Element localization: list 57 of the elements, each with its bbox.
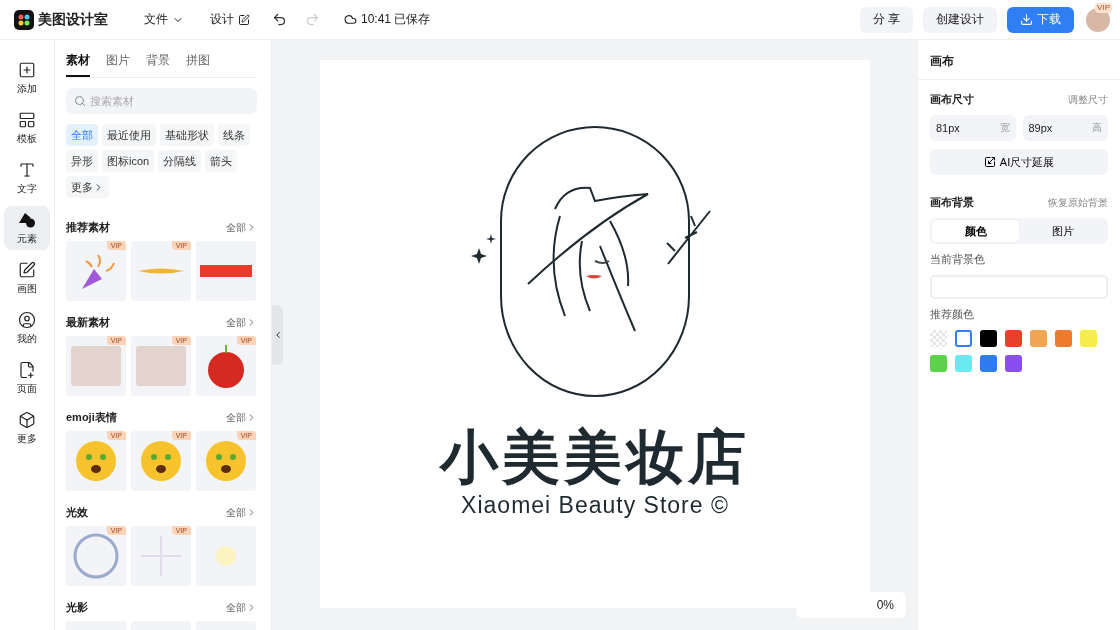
panel-tab[interactable]: 素材 — [66, 40, 90, 77]
inspector-title: 画布 — [918, 40, 1120, 80]
filter-chip[interactable]: 图标icon — [102, 150, 155, 172]
filter-chip[interactable]: 基础形状 — [160, 124, 214, 146]
ai-extend-button[interactable]: AI尺寸延展 — [930, 149, 1108, 175]
filter-chip[interactable]: 分隔线 — [158, 150, 202, 172]
section-title: emoji表情 — [66, 410, 117, 425]
panel-tab[interactable]: 背景 — [146, 40, 170, 77]
size-label: 画布尺寸 — [930, 92, 974, 107]
section-title: 最新素材 — [66, 315, 110, 330]
view-all-link[interactable]: 全部 — [226, 505, 257, 520]
segment-tab[interactable]: 颜色 — [932, 220, 1019, 242]
toolbar-button[interactable]: 分 享 — [859, 6, 913, 33]
sidebar-item[interactable]: 文字 — [4, 156, 50, 200]
sidebar-item[interactable]: 元素 — [4, 206, 50, 250]
vip-badge: VIP — [1095, 2, 1112, 13]
logo-subtitle: Xiaomei Beauty Store © — [461, 492, 729, 519]
section-title: 光效 — [66, 505, 88, 520]
size-field[interactable]: 81px 宽 — [930, 115, 1016, 141]
filter-chip[interactable]: 全部 — [66, 124, 98, 146]
toolbar-button[interactable]: 创建设计 — [923, 6, 997, 33]
search-field[interactable]: 搜索素材 — [66, 88, 257, 114]
sidebar-item[interactable]: 添加 — [4, 56, 50, 100]
save-status: 10:41 已保存 — [361, 11, 431, 28]
view-all-link[interactable]: 全部 — [226, 220, 257, 235]
filter-chip[interactable]: 异形 — [66, 150, 98, 172]
zoom-level[interactable]: 0% — [796, 592, 906, 618]
menu-button[interactable]: 设计 — [202, 7, 258, 32]
section-title: 推荐素材 — [66, 220, 110, 235]
segment-tab[interactable]: 图片 — [1019, 220, 1106, 242]
reset-background-link[interactable]: 恢复原始背景 — [1048, 195, 1108, 210]
view-all-link[interactable]: 全部 — [226, 315, 257, 330]
unit-label: 高 — [1092, 121, 1102, 135]
view-all-link[interactable]: 全部 — [226, 600, 257, 615]
sidebar-item[interactable]: 页面 — [4, 356, 50, 400]
unit-label: 宽 — [999, 121, 1010, 135]
filter-chip[interactable]: 线条 — [218, 124, 250, 146]
recommended-colors-label: 推荐颜色 — [930, 307, 975, 322]
section-title: 光影 — [66, 600, 88, 615]
panel-tab[interactable]: 拼图 — [186, 40, 210, 77]
menu-button[interactable]: 文件 — [136, 7, 192, 32]
filter-chip[interactable]: 箭头 — [205, 150, 238, 172]
app-name: 美图设计室 — [38, 10, 108, 29]
sidebar-item[interactable]: 更多 — [4, 406, 50, 450]
size-field[interactable]: 89px 高 — [1022, 115, 1108, 141]
sidebar-item[interactable]: 画图 — [4, 256, 50, 300]
download-button[interactable]: 下载 — [1007, 6, 1074, 33]
more-chip[interactable]: 更多 — [66, 176, 109, 198]
panel-tab[interactable]: 图片 — [106, 40, 130, 77]
logo-title: 小美美妆店 — [440, 428, 750, 486]
view-all-link[interactable]: 全部 — [226, 410, 257, 425]
resize-link[interactable]: 调整尺寸 — [1068, 92, 1108, 107]
sidebar-item[interactable]: 模板 — [4, 106, 50, 150]
filter-chip[interactable]: 最近使用 — [102, 124, 156, 146]
background-label: 画布背景 — [930, 195, 974, 210]
sidebar-item[interactable]: 我的 — [4, 306, 50, 350]
current-color-label: 当前背景色 — [930, 252, 986, 267]
